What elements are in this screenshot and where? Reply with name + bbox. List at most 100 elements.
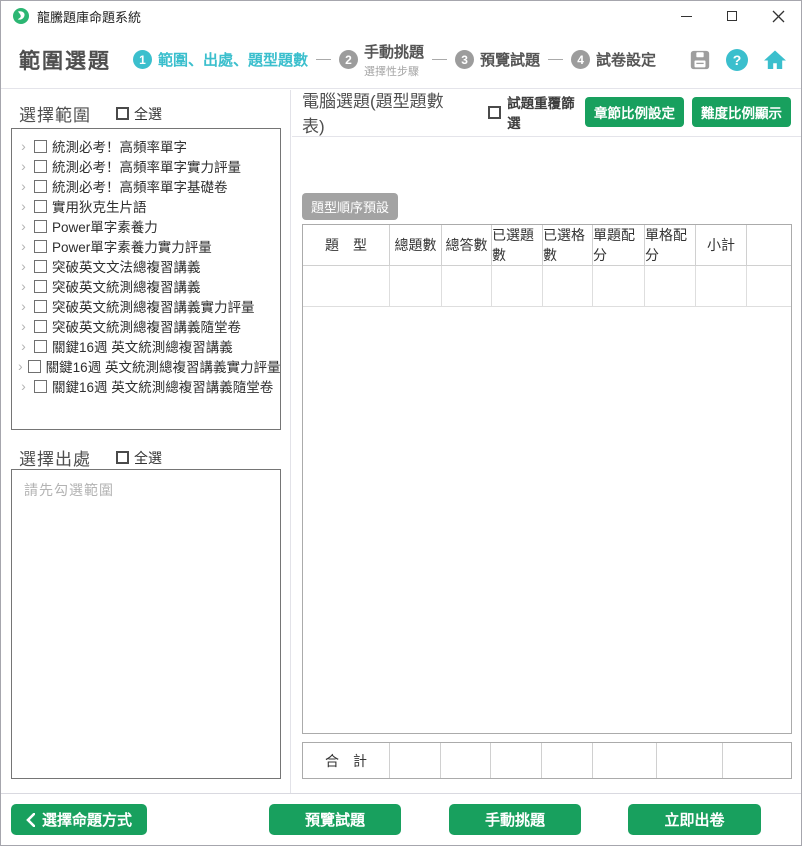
source-select-all[interactable]: 全選 (116, 448, 162, 468)
question-type-table: 題 型 總題數 總答數 已選題數 已選格數 單題配分 單格配分 小計 (302, 224, 792, 734)
range-item-label: 統測必考！高頻率單字基礎卷 (52, 176, 228, 196)
step-2-manual-pick[interactable]: 2 手動挑題 選擇性步驟 (339, 41, 424, 79)
chapter-ratio-button[interactable]: 章節比例設定 (585, 97, 684, 127)
range-item-label: Power單字素養力實力評量 (52, 236, 212, 256)
expand-chevron-icon[interactable] (18, 139, 29, 153)
expand-chevron-icon[interactable] (18, 319, 29, 333)
expand-chevron-icon[interactable] (18, 179, 29, 193)
source-select-all-checkbox[interactable] (116, 451, 129, 464)
step-3-preview[interactable]: 3 預覽試題 (455, 49, 540, 70)
type-order-preset-tag[interactable]: 題型順序預設 (302, 193, 398, 220)
preview-questions-button[interactable]: 預覽試題 (269, 804, 401, 835)
range-item-label: 突破英文統測總複習講義 (52, 276, 201, 296)
step-2-badge: 2 (339, 50, 358, 69)
table-cell (645, 266, 696, 306)
home-button[interactable] (763, 48, 787, 72)
expand-chevron-icon[interactable] (18, 359, 23, 373)
expand-chevron-icon[interactable] (18, 239, 29, 253)
range-list-item[interactable]: 突破英文統測總複習講義隨堂卷 (18, 316, 276, 336)
range-item-checkbox[interactable] (34, 320, 47, 333)
table-header-cell: 已選題數 (492, 225, 543, 265)
total-cell (441, 743, 491, 778)
computer-selection-header: 電腦選題(題型題數表) 試題重覆篩選 章節比例設定 難度比例顯示 (302, 98, 791, 126)
expand-chevron-icon[interactable] (18, 199, 29, 213)
expand-chevron-icon[interactable] (18, 279, 29, 293)
range-item-checkbox[interactable] (34, 200, 47, 213)
save-button[interactable] (689, 49, 711, 71)
range-list-item[interactable]: 統測必考！高頻率單字基礎卷 (18, 176, 276, 196)
step-1-label: 範圍、出處、題型題數 (158, 49, 308, 70)
close-button[interactable] (755, 1, 801, 31)
range-item-checkbox[interactable] (34, 260, 47, 273)
expand-chevron-icon[interactable] (18, 219, 29, 233)
app-window: 龍騰題庫命題系統 範圍選題 1 範圍、出處、題型題數 2 手動挑題 (0, 0, 802, 846)
table-cell (593, 266, 645, 306)
range-select-all[interactable]: 全選 (116, 104, 162, 124)
range-item-checkbox[interactable] (34, 380, 47, 393)
range-section-title: 選擇範圍 (19, 101, 116, 126)
generate-paper-button[interactable]: 立即出卷 (628, 804, 761, 835)
duplicate-filter-label: 試題重覆篩選 (507, 92, 585, 132)
window-controls (663, 1, 801, 31)
expand-chevron-icon[interactable] (18, 379, 29, 393)
range-list-item[interactable]: 關鍵16週 英文統測總複習講義隨堂卷 (18, 376, 276, 396)
wizard-steps: 1 範圍、出處、題型題數 2 手動挑題 選擇性步驟 3 預覽試題 4 試卷設定 (133, 41, 656, 79)
expand-chevron-icon[interactable] (18, 259, 29, 273)
table-header-cell: 總題數 (390, 225, 442, 265)
expand-chevron-icon[interactable] (18, 159, 29, 173)
table-cell (747, 266, 791, 306)
range-item-checkbox[interactable] (34, 160, 47, 173)
range-item-checkbox[interactable] (34, 300, 47, 313)
range-item-checkbox[interactable] (34, 180, 47, 193)
table-cell (543, 266, 593, 306)
range-list-item[interactable]: 突破英文統測總複習講義實力評量 (18, 296, 276, 316)
total-cell (593, 743, 657, 778)
difficulty-ratio-button[interactable]: 難度比例顯示 (692, 97, 791, 127)
minimize-button[interactable] (663, 1, 709, 31)
table-cell (492, 266, 543, 306)
step-1-range[interactable]: 1 範圍、出處、題型題數 (133, 49, 308, 70)
range-select-all-checkbox[interactable] (116, 107, 129, 120)
range-list-item[interactable]: 突破英文文法總複習講義 (18, 256, 276, 276)
step-separator (548, 59, 563, 60)
choose-method-label: 選擇命題方式 (42, 809, 132, 830)
range-item-checkbox[interactable] (34, 340, 47, 353)
range-list-item[interactable]: 統測必考！高頻率單字 (18, 136, 276, 156)
table-cell (390, 266, 442, 306)
range-item-checkbox[interactable] (34, 240, 47, 253)
range-list-item[interactable]: Power單字素養力實力評量 (18, 236, 276, 256)
range-item-checkbox[interactable] (34, 280, 47, 293)
table-header-cell: 小計 (696, 225, 747, 265)
step-3-label: 預覽試題 (480, 49, 540, 70)
manual-pick-button[interactable]: 手動挑題 (449, 804, 581, 835)
help-button[interactable]: ? (726, 49, 748, 71)
range-list-item[interactable]: 關鍵16週 英文統測總複習講義實力評量 (18, 356, 276, 376)
range-list-item[interactable]: 關鍵16週 英文統測總複習講義 (18, 336, 276, 356)
expand-chevron-icon[interactable] (18, 339, 29, 353)
duplicate-filter-checkbox[interactable] (488, 106, 501, 119)
table-header-cell: 單格配分 (645, 225, 696, 265)
range-item-checkbox[interactable] (34, 220, 47, 233)
source-section-header: 選擇出處 全選 (19, 445, 162, 470)
main-content: 選擇範圍 全選 統測必考！高頻率單字 (1, 90, 801, 794)
range-list-item[interactable]: Power單字素養力 (18, 216, 276, 236)
computer-selection-title: 電腦選題(題型題數表) (302, 87, 461, 137)
range-list-item[interactable]: 突破英文統測總複習講義 (18, 276, 276, 296)
range-list-item[interactable]: 實用狄克生片語 (18, 196, 276, 216)
duplicate-filter[interactable]: 試題重覆篩選 (488, 92, 585, 132)
total-row: 合 計 (302, 742, 792, 779)
range-list-item[interactable]: 統測必考！高頻率單字實力評量 (18, 156, 276, 176)
expand-chevron-icon[interactable] (18, 299, 29, 313)
range-section-header: 選擇範圍 全選 (19, 101, 162, 126)
range-item-label: 統測必考！高頻率單字實力評量 (52, 156, 241, 176)
footer-bar: 選擇命題方式 預覽試題 手動挑題 立即出卷 (1, 793, 801, 845)
step-4-paper-settings[interactable]: 4 試卷設定 (571, 49, 656, 70)
table-cell (303, 266, 390, 306)
save-icon (689, 49, 711, 71)
choose-method-back-button[interactable]: 選擇命題方式 (11, 804, 147, 835)
range-item-checkbox[interactable] (34, 140, 47, 153)
range-item-label: 突破英文文法總複習講義 (52, 256, 201, 276)
range-item-checkbox[interactable] (28, 360, 41, 373)
step-4-label: 試卷設定 (596, 49, 656, 70)
maximize-button[interactable] (709, 1, 755, 31)
